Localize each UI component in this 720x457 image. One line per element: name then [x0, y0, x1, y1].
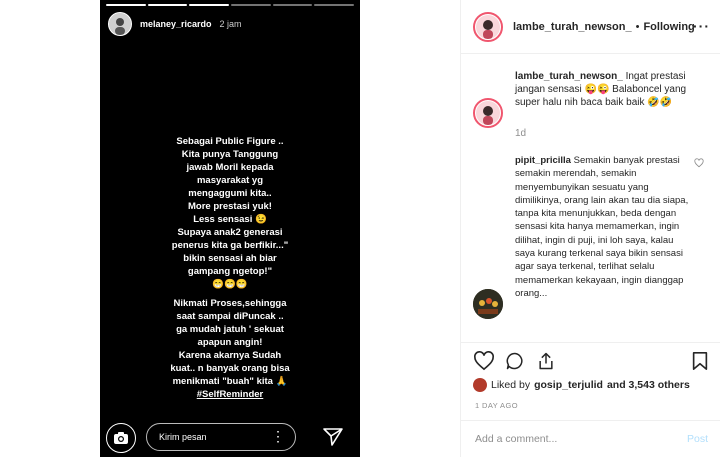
story-image: melaney_ricardo 2 jam Sebagai Public Fig…	[100, 0, 360, 457]
message-input[interactable]: Kirim pesan ⋮	[146, 423, 296, 451]
following-button[interactable]: Following	[643, 21, 694, 33]
story-line: Sebagai Public Figure ..	[176, 136, 284, 147]
story-line: Nikmati Proses,sehingga	[173, 298, 287, 309]
post-date: 1 DAY AGO	[475, 401, 518, 410]
story-avatar	[108, 12, 132, 36]
add-comment-form: Add a comment... Post	[461, 420, 720, 457]
post-header: lambe_turah_newson_ • Following ···	[461, 0, 720, 54]
commenter-avatar[interactable]	[473, 289, 503, 319]
more-vertical-icon[interactable]: ⋮	[271, 429, 285, 443]
account-avatar[interactable]	[473, 11, 503, 42]
caption-avatar[interactable]	[473, 98, 503, 128]
post-button[interactable]: Post	[687, 433, 708, 445]
story-line: kuat.. n banyak orang bisa	[170, 363, 290, 374]
camera-icon[interactable]	[106, 423, 136, 453]
story-line: Supaya anak2 generasi	[177, 227, 283, 238]
save-icon[interactable]	[691, 351, 709, 376]
story-text: Sebagai Public Figure .. Kita punya Tang…	[100, 135, 360, 401]
comment-like-icon[interactable]	[694, 158, 704, 172]
story-line: apapun angin!	[197, 337, 263, 348]
story-header: melaney_ricardo 2 jam	[108, 12, 242, 36]
story-reply-bar: Kirim pesan ⋮	[100, 419, 360, 457]
comment: pipit_pricilla Semakin banyak prestasi s…	[461, 154, 720, 319]
progress-segment	[106, 4, 146, 6]
progress-segment	[231, 4, 271, 6]
progress-segment	[314, 4, 355, 6]
story-line: penerus kita ga berfikir..."	[171, 240, 289, 251]
more-options-icon[interactable]: ···	[693, 18, 710, 34]
story-line: More prestasi yuk!	[188, 201, 272, 212]
caption: lambe_turah_newson_ Ingat prestasi janga…	[461, 70, 720, 140]
liked-by-user[interactable]: gosip_terjulid	[534, 379, 603, 391]
liked-by-count[interactable]: and 3,543 others	[607, 379, 690, 391]
separator-dot: •	[635, 20, 640, 33]
story-line: Less sensasi 😉	[193, 214, 267, 225]
send-icon[interactable]	[322, 425, 344, 452]
comment-username[interactable]: pipit_pricilla	[515, 155, 571, 166]
story-line: menikmati "buah" kita 🙏	[172, 376, 288, 387]
story-line: 😁😁😁	[212, 279, 248, 290]
story-line: masyarakat yg	[196, 175, 264, 186]
story-line: gampang ngetop!"	[187, 266, 273, 277]
post-panel: lambe_turah_newson_ • Following ··· lamb…	[460, 0, 720, 457]
story-username: melaney_ricardo	[140, 19, 212, 29]
story-time: 2 jam	[219, 19, 242, 29]
story-line: ga mudah jatuh ' sekuat	[176, 324, 284, 335]
action-bar	[461, 342, 720, 373]
likes-summary: Liked by gosip_terjulid and 3,543 others	[473, 378, 690, 392]
story-line: Karena akarnya Sudah	[178, 350, 282, 361]
comment-icon[interactable]	[505, 351, 525, 376]
message-placeholder: Kirim pesan	[159, 432, 207, 442]
story-progress	[106, 4, 355, 6]
progress-segment	[272, 4, 313, 6]
liker-avatar	[473, 378, 487, 392]
comment-text: Semakin banyak prestasi semakin merendah…	[515, 155, 689, 299]
story-line: saat sampai diPuncak ..	[176, 311, 284, 322]
comments-list: lambe_turah_newson_ Ingat prestasi janga…	[461, 70, 720, 342]
heart-icon[interactable]	[473, 351, 495, 376]
story-line: jawab Moril kepada	[186, 162, 274, 173]
story-line: bikin sensasi ah biar	[183, 253, 277, 264]
account-username[interactable]: lambe_turah_newson_	[513, 21, 632, 33]
story-hashtag: #SelfReminder	[196, 389, 264, 400]
add-comment-input[interactable]: Add a comment...	[475, 433, 557, 445]
story-line: mengaggumi kita..	[188, 188, 272, 199]
caption-username[interactable]: lambe_turah_newson_	[515, 71, 623, 82]
media-area: melaney_ricardo 2 jam Sebagai Public Fig…	[0, 0, 460, 457]
story-line: Kita punya Tanggung	[181, 149, 279, 160]
share-icon[interactable]	[536, 351, 556, 376]
caption-age: 1d	[515, 128, 527, 139]
liked-by-prefix: Liked by	[491, 379, 531, 391]
progress-segment	[147, 4, 188, 6]
progress-segment	[189, 4, 230, 6]
